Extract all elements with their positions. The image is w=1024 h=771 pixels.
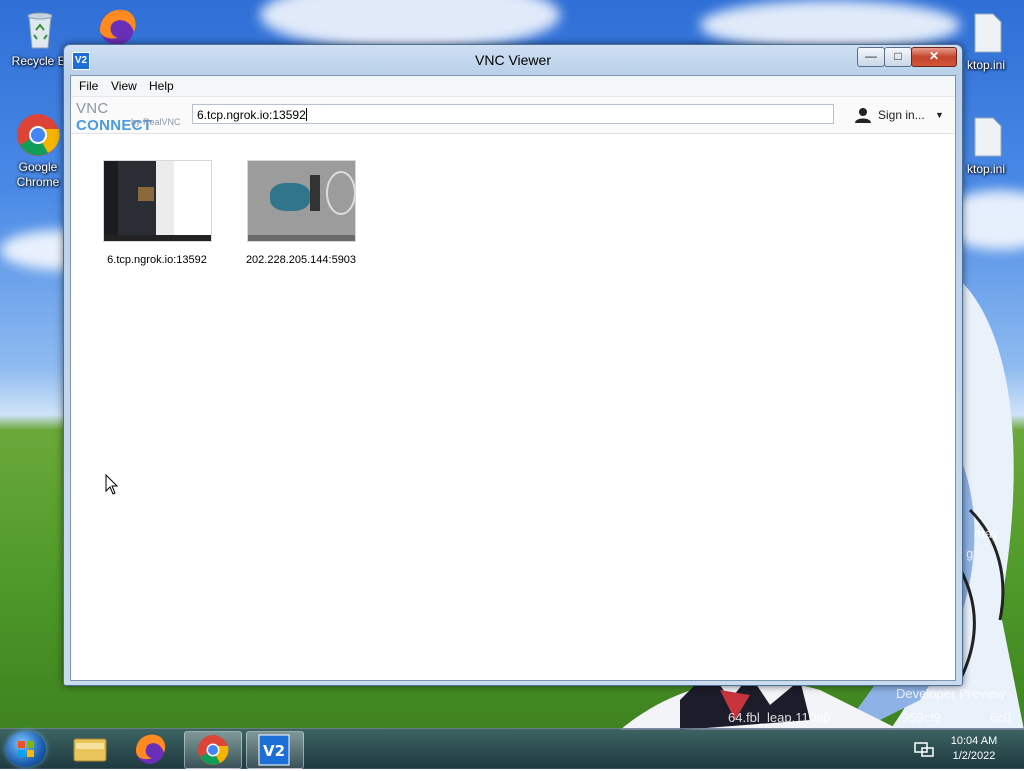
- user-icon: [855, 108, 871, 123]
- chrome-icon: [198, 735, 229, 765]
- connection-label: 6.tcp.ngrok.io:13592: [107, 254, 207, 266]
- firefox-desktop-icon[interactable]: [94, 6, 140, 46]
- title-bar[interactable]: V2 VNC Viewer — □ ✕: [64, 45, 962, 75]
- desktop-icon-label: ktop.ini: [966, 58, 1006, 72]
- address-input[interactable]: 6.tcp.ngrok.io:13592: [192, 104, 834, 124]
- firefox-icon: [136, 734, 166, 764]
- watermark-line: 6c0: [990, 710, 1011, 725]
- thumbnail-taskbar: [103, 235, 211, 241]
- thumbnail-taskbar: [247, 235, 355, 241]
- connection-card[interactable]: 202.228.205.144:5903: [241, 160, 361, 266]
- recycle-bin-icon: [17, 6, 63, 52]
- file-explorer-icon: [73, 738, 107, 762]
- chrome-icon: [15, 112, 61, 158]
- connection-thumbnail: [102, 160, 212, 242]
- desktop-icon-label: ktop.ini: [966, 162, 1006, 176]
- mouse-cursor: [105, 474, 119, 495]
- taskbar: V2 10:04 AM 1/2/2022: [0, 728, 1024, 769]
- thumbnail-image: [137, 187, 154, 201]
- taskbar-firefox[interactable]: [122, 731, 178, 767]
- watermark-line: 959cf9: [902, 710, 942, 725]
- svg-text:V2: V2: [263, 742, 285, 760]
- minimize-button[interactable]: —: [857, 47, 885, 67]
- watermark-line: may: [974, 526, 999, 541]
- chevron-down-icon: ▼: [935, 110, 944, 120]
- start-button[interactable]: [6, 731, 46, 767]
- vnc-viewer-icon: V2: [258, 734, 290, 766]
- windows-logo-icon: [18, 741, 34, 757]
- file-icon: [963, 114, 1009, 160]
- logo-vnc: VNC: [76, 100, 109, 117]
- vnc-connect-logo: VNC CONNECT by RealVNC: [76, 100, 186, 134]
- connection-label: 202.228.205.144:5903: [245, 254, 357, 266]
- thumbnail-shape: [309, 175, 320, 211]
- maximize-button[interactable]: □: [884, 47, 912, 67]
- logo-byline: by RealVNC: [131, 117, 181, 127]
- file-icon: [963, 10, 1009, 56]
- system-clock[interactable]: 10:04 AM 1/2/2022: [938, 734, 1010, 764]
- menu-view[interactable]: View: [111, 79, 137, 93]
- taskbar-vnc-viewer[interactable]: V2: [246, 731, 304, 769]
- network-icon[interactable]: [912, 737, 936, 761]
- sign-in-label: Sign in...: [878, 108, 925, 122]
- watermark-line: Developer Preview: [896, 686, 1006, 701]
- clock-date: 1/2/2022: [952, 750, 996, 762]
- thumbnail-shape: [325, 171, 355, 215]
- thumbnail-sidebar: [103, 161, 118, 241]
- window-title: VNC Viewer: [475, 52, 551, 68]
- menu-file[interactable]: File: [79, 79, 98, 93]
- connection-card[interactable]: 6.tcp.ngrok.io:13592: [97, 160, 217, 266]
- vnc-viewer-window: V2 VNC Viewer — □ ✕ File View Help VNC C…: [63, 44, 963, 686]
- close-button[interactable]: ✕: [911, 47, 957, 67]
- menu-bar: File View Help: [71, 76, 955, 97]
- text-caret: [305, 108, 307, 121]
- clock-time: 10:04 AM: [950, 735, 998, 747]
- thumbnail-shape: [269, 183, 310, 211]
- window-client-area: File View Help VNC CONNECT by RealVNC 6.…: [70, 75, 956, 681]
- watermark-line: 64.fbl_leap.11080: [728, 710, 831, 725]
- taskbar-chrome[interactable]: [184, 731, 242, 769]
- thumbnail-strip: [155, 161, 174, 241]
- desktop-icon-label: Recycle Bi: [11, 54, 69, 68]
- connection-thumbnail: [246, 160, 356, 242]
- taskbar-file-explorer[interactable]: [62, 731, 118, 767]
- watermark-line: g: [966, 546, 974, 561]
- address-value: 6.tcp.ngrok.io:13592: [197, 108, 306, 122]
- menu-help[interactable]: Help: [149, 79, 174, 93]
- desktop-icon-label: Google Chrome: [16, 160, 60, 189]
- toolbar: VNC CONNECT by RealVNC 6.tcp.ngrok.io:13…: [71, 97, 955, 134]
